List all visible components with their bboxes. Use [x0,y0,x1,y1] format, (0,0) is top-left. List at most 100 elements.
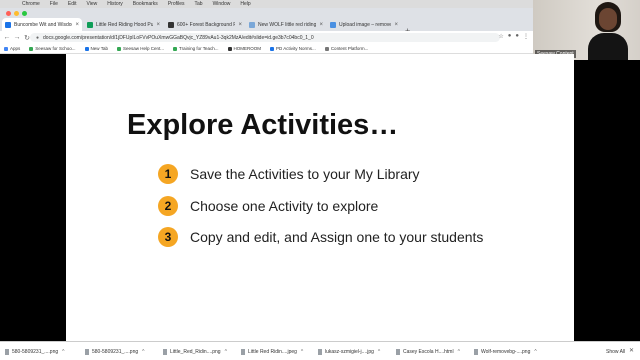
person-body [588,33,628,60]
tab-label: Little Red Riding Hood Puppe [96,21,154,28]
show-all-downloads-button[interactable]: Show All [606,349,625,355]
tab-close-icon[interactable]: × [156,22,160,28]
tab-close-icon[interactable]: × [319,22,323,28]
tab-buncombe[interactable]: Buncombe Wit and Wisdom - × [2,18,82,31]
download-filename: Casey Escola H....html [403,348,454,355]
toolbar-actions: ☆ ● ● ⋮ [498,33,529,40]
extensions-icon[interactable]: ● [508,33,512,40]
window-controls [6,11,27,16]
step-text: Save the Activities to your My Library [190,166,420,182]
file-icon [396,348,400,355]
chevron-up-icon[interactable]: ^ [458,349,460,355]
file-icon [163,348,167,355]
tab-label: 600+ Forest Background Pictu [177,21,236,28]
bookmark-label: Apps [10,46,21,51]
zoom-window-button[interactable] [22,11,27,16]
download-filename: lukasz-szmigiel-j....jpg [325,348,374,355]
doc-icon [270,46,275,51]
file-icon [318,348,322,355]
chevron-up-icon[interactable]: ^ [534,349,536,355]
slide-title: Explore Activities… [127,109,399,141]
bookmarks-bar: Apps Seesaw for Schoo... New Tab Seesaw … [0,44,533,54]
tab-close-icon[interactable]: × [238,22,242,28]
bookmark-star-icon[interactable]: ☆ [498,33,503,40]
download-filename: 580-5809231_....png [12,348,59,355]
menu-item-window[interactable]: Window [213,1,231,7]
download-item[interactable]: Casey Escola H....html ^ [396,347,460,356]
bookmark-apps[interactable]: Apps [4,46,20,51]
file-icon [241,348,245,355]
bookmark-content-platform[interactable]: Content Platform... [324,46,368,51]
step-text: Choose one Activity to explore [190,198,379,214]
chevron-up-icon[interactable]: ^ [301,349,303,355]
tab-close-icon[interactable]: × [394,22,398,28]
presentation-slide: Explore Activities… 1 Save the Activitie… [66,54,574,341]
download-item[interactable]: Little_Red_Ridin....png ^ [163,347,227,356]
site-favicon-icon [168,21,174,28]
download-item[interactable]: Wolf-removebg-....png ^ [474,347,537,356]
tab-label: Buncombe Wit and Wisdom - [14,21,73,28]
tab-close-icon[interactable]: × [75,22,79,28]
site-favicon-icon [87,21,93,28]
bookmark-label: New Tab [90,46,108,51]
bookmark-seesaw-schools[interactable]: Seesaw for Schoo... [29,46,76,51]
doc-icon [324,46,329,51]
download-filename: Little_Red_Ridin....png [170,348,221,355]
file-icon [5,348,9,355]
menu-item-file[interactable]: File [50,1,58,7]
chevron-up-icon[interactable]: ^ [378,349,380,355]
file-icon [85,348,89,355]
download-item[interactable]: lukasz-szmigiel-j....jpg ^ [318,347,380,356]
bookmark-pd-activity[interactable]: PD Activity Norms... [270,46,316,51]
back-icon[interactable]: ← [2,34,12,41]
tab-remove-bg[interactable]: Upload image – remove.bg × [327,18,401,31]
download-item[interactable]: Little Red Ridin....jpeg ^ [241,347,303,356]
bookmark-new-tab[interactable]: New Tab [84,46,108,51]
download-filename: Little Red Ridin....jpeg [248,348,297,355]
step-number-badge: 2 [158,196,178,216]
bookmark-label: Seesaw Help Cent... [122,46,165,51]
tab-label: New WOLF little red riding hoo [258,21,317,28]
close-icon[interactable]: ✕ [629,347,634,354]
menu-item-help[interactable]: Help [240,1,250,7]
step-number-badge: 1 [158,164,178,184]
close-window-button[interactable] [6,11,11,16]
step-text: Copy and edit, and Assign one to your st… [190,229,484,245]
globe-icon [84,46,89,51]
more-menu-icon[interactable]: ⋮ [523,33,529,40]
step-number-badge: 3 [158,227,178,247]
menu-item-chrome[interactable]: Chrome [22,1,40,7]
os-menu-bar: Chrome File Edit View History Bookmarks … [0,0,533,8]
download-item[interactable]: 580-5809231_....png ^ [5,347,65,356]
tab-forest-background[interactable]: 600+ Forest Background Pictu × [165,18,245,31]
lock-icon: ● [36,34,40,41]
bookmark-training[interactable]: Training for Teach... [173,46,219,51]
menu-item-bookmarks[interactable]: Bookmarks [133,1,158,7]
bookmark-homeroom[interactable]: HOMEROOM [227,46,261,51]
screen: Chrome File Edit View History Bookmarks … [0,0,640,360]
menu-item-tab[interactable]: Tab [195,1,203,7]
menu-item-edit[interactable]: Edit [68,1,77,7]
apps-grid-icon [4,46,8,51]
download-filename: 580-5809231_....png [92,348,139,355]
tab-new-wolf[interactable]: New WOLF little red riding hoo × [246,18,326,31]
seesaw-icon [116,46,121,51]
webcam-video: Seesaw Content [533,0,640,60]
minimize-window-button[interactable] [14,11,19,16]
tab-little-red-riding-hood[interactable]: Little Red Riding Hood Puppe × [84,18,163,31]
chevron-up-icon[interactable]: ^ [142,349,144,355]
profile-icon[interactable]: ● [515,33,519,40]
download-shelf: 580-5809231_....png ^ 580-5809231_....png… [0,341,640,360]
person-face [599,8,617,30]
chevron-up-icon[interactable]: ^ [62,349,64,355]
tab-label: Upload image – remove.bg [339,21,392,28]
address-bar[interactable]: ● docs.google.com/presentation/d/1jDFUpI… [30,33,500,42]
forward-icon[interactable]: → [12,34,22,41]
menu-item-view[interactable]: View [86,1,97,7]
menu-item-profiles[interactable]: Profiles [168,1,185,7]
site-favicon-icon [330,21,336,28]
download-item[interactable]: 580-5809231_....png ^ [85,347,145,356]
bookmark-seesaw-help[interactable]: Seesaw Help Cent... [116,46,165,51]
menu-item-history[interactable]: History [107,1,123,7]
chevron-up-icon[interactable]: ^ [225,349,227,355]
